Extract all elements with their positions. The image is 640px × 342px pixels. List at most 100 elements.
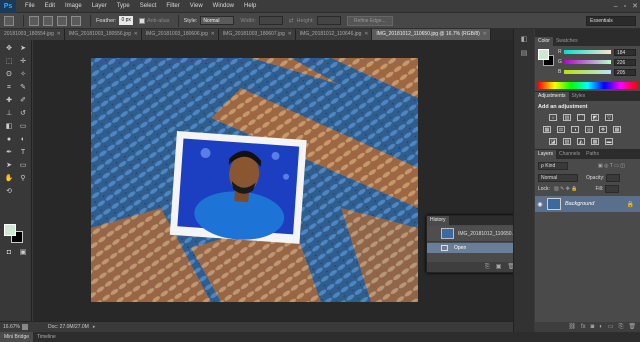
color-lookup-icon[interactable]: ▦ xyxy=(613,126,621,133)
dodge-tool-icon[interactable]: ◐ xyxy=(17,135,29,145)
black-white-icon[interactable]: ◑ xyxy=(571,126,579,133)
type-tool-icon[interactable]: T xyxy=(17,148,29,158)
channel-mixer-icon[interactable]: ❖ xyxy=(599,126,607,133)
history-icon[interactable]: ◧ xyxy=(519,35,529,44)
menu-filter[interactable]: Filter xyxy=(161,0,184,13)
fx-icon[interactable]: fx xyxy=(581,322,586,332)
new-document-from-state-icon[interactable]: ⎘ xyxy=(485,262,490,272)
tab-channels[interactable]: Channels xyxy=(556,150,583,159)
document-tab[interactable]: IMG_20181012_110646.jpg ✕ xyxy=(295,29,373,40)
gradient-tool-icon[interactable]: ▭ xyxy=(17,122,29,132)
menu-help[interactable]: Help xyxy=(239,0,261,13)
threshold-icon[interactable]: ◭ xyxy=(577,138,585,145)
layer-kind-filter[interactable]: ρ Kind xyxy=(538,161,568,170)
tab-history[interactable]: History xyxy=(427,216,449,225)
history-state-open[interactable]: Open xyxy=(427,243,521,253)
selective-color-icon[interactable]: ▩ xyxy=(591,138,599,145)
blue-value[interactable]: 205 xyxy=(614,68,636,76)
tab-swatches[interactable]: Swatches xyxy=(553,37,581,46)
tab-layers[interactable]: Layers xyxy=(535,150,557,159)
document-tab[interactable]: IMG_20181003_180556.jpg ✕ xyxy=(64,29,142,40)
blur-tool-icon[interactable]: ● xyxy=(3,135,15,145)
maximize-icon[interactable]: ▫ xyxy=(624,0,626,13)
menu-select[interactable]: Select xyxy=(135,0,162,13)
menu-file[interactable]: File xyxy=(20,0,40,13)
width-input[interactable] xyxy=(258,16,283,25)
pen-tool-icon[interactable]: ✒ xyxy=(3,148,15,158)
green-slider[interactable] xyxy=(564,60,611,64)
marquee-tool-preset-icon[interactable] xyxy=(4,15,14,26)
history-brush-tool-icon[interactable]: ↺ xyxy=(17,109,29,119)
lasso-tool-icon[interactable]: ʘ xyxy=(3,70,15,80)
document-image[interactable] xyxy=(91,58,418,302)
curves-icon[interactable]: ⌒ xyxy=(577,114,585,121)
menu-layer[interactable]: Layer xyxy=(87,0,112,13)
invert-icon[interactable]: ◪ xyxy=(549,138,557,145)
minimize-icon[interactable]: – xyxy=(614,0,618,13)
lock-icons[interactable]: ▨ ✎ ✥ 🔒 xyxy=(554,186,578,192)
folder-icon[interactable]: ▭ xyxy=(608,322,614,332)
screen-mode-icon[interactable]: ▣ xyxy=(17,248,29,258)
menu-view[interactable]: View xyxy=(185,0,208,13)
zoom-level[interactable]: 16.67% xyxy=(0,324,22,330)
antialias-checkbox[interactable] xyxy=(138,17,145,24)
foreground-color-swatch[interactable] xyxy=(538,49,549,60)
history-snapshot[interactable]: IMG_20181012_110650... xyxy=(427,226,521,242)
brush-tool-icon[interactable]: ✐ xyxy=(17,96,29,106)
blend-mode-select[interactable]: Normal xyxy=(538,173,578,182)
green-value[interactable]: 226 xyxy=(614,58,636,66)
red-slider[interactable] xyxy=(564,50,611,54)
move-tool-icon[interactable]: ✥ xyxy=(3,44,15,54)
healing-brush-tool-icon[interactable]: ✚ xyxy=(3,96,15,106)
hue-saturation-icon[interactable]: ▦ xyxy=(543,126,551,133)
clone-stamp-tool-icon[interactable]: ⊥ xyxy=(3,109,15,119)
feather-input[interactable]: 0 px xyxy=(119,16,133,25)
eraser-tool-icon[interactable]: ◧ xyxy=(3,122,15,132)
tab-paths[interactable]: Paths xyxy=(583,150,602,159)
add-selection-icon[interactable] xyxy=(43,15,53,26)
fill-input[interactable] xyxy=(605,184,620,193)
tab-styles[interactable]: Styles xyxy=(569,92,589,101)
document-tab[interactable]: IMG_20181003_180607.jpg ✕ xyxy=(218,29,296,40)
tab-timeline[interactable]: Timeline xyxy=(33,332,60,342)
tab-adjustments[interactable]: Adjustments xyxy=(535,92,569,101)
filter-icons[interactable]: ▣ ◎ T ▭ ◫ xyxy=(598,163,625,169)
new-layer-icon[interactable]: ⎘ xyxy=(619,322,624,332)
close-icon[interactable]: ✕ xyxy=(632,0,638,13)
tab-mini-bridge[interactable]: Mini Bridge xyxy=(0,332,34,342)
posterize-icon[interactable]: ▨ xyxy=(563,138,571,145)
menu-type[interactable]: Type xyxy=(112,0,135,13)
menu-edit[interactable]: Edit xyxy=(40,0,60,13)
rect-marquee-tool-icon[interactable]: ⬚ xyxy=(3,57,15,67)
brightness-icon[interactable]: ☼ xyxy=(549,114,557,121)
close-icon[interactable]: ✕ xyxy=(483,29,487,40)
shape-tool-icon[interactable]: ▭ xyxy=(17,161,29,171)
opacity-input[interactable] xyxy=(606,173,621,182)
subtract-selection-icon[interactable] xyxy=(57,15,67,26)
color-balance-icon[interactable]: ⚖ xyxy=(557,126,565,133)
photo-filter-icon[interactable]: ◎ xyxy=(585,126,593,133)
refine-edge-button[interactable]: Refine Edge... xyxy=(346,15,393,26)
blue-slider[interactable] xyxy=(564,70,611,74)
path-selection-tool-icon[interactable]: ➤ xyxy=(3,161,15,171)
crop-tool-icon[interactable]: ⌗ xyxy=(3,83,15,93)
swap-icon[interactable]: ⇄ xyxy=(289,18,294,24)
rotate-view-icon[interactable]: ⟲ xyxy=(3,187,15,197)
status-menu-arrow-icon[interactable]: ▸ xyxy=(93,324,96,330)
document-info-icon[interactable] xyxy=(22,324,28,330)
layer-row[interactable]: ◉ Background 🔒 xyxy=(535,196,640,212)
gradient-map-icon[interactable]: ▬ xyxy=(605,138,613,145)
close-icon[interactable]: ✕ xyxy=(211,29,215,40)
document-tab[interactable]: 20181003_180554.jpg ✕ xyxy=(0,29,65,40)
camera-icon[interactable]: ▣ xyxy=(496,262,502,272)
link-icon[interactable]: ⛓ xyxy=(568,322,576,332)
menu-image[interactable]: Image xyxy=(60,0,87,13)
foreground-color-swatch[interactable] xyxy=(4,224,16,236)
eyedropper-tool-icon[interactable]: ✎ xyxy=(17,83,29,93)
intersect-selection-icon[interactable] xyxy=(71,15,81,26)
new-selection-icon[interactable] xyxy=(29,15,39,26)
canvas-area[interactable] xyxy=(33,40,513,321)
levels-icon[interactable]: ▥ xyxy=(563,114,571,121)
document-tab[interactable]: IMG_20181003_180606.jpg ✕ xyxy=(141,29,219,40)
style-select[interactable]: Normal xyxy=(200,16,235,25)
